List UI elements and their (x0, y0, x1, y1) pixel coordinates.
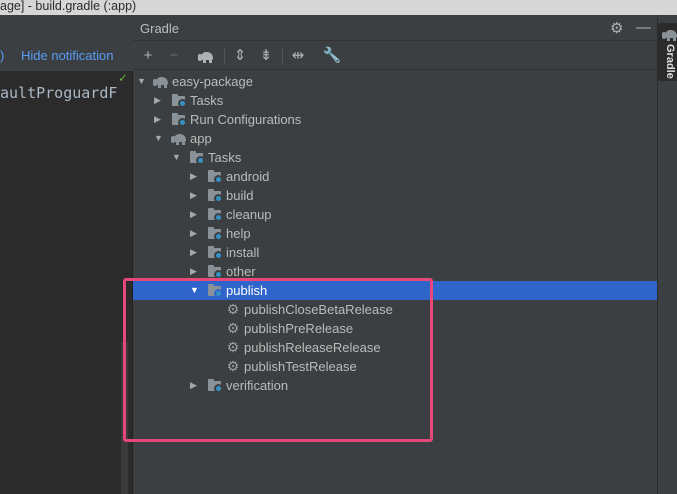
tree-node-label: publishReleaseRelease (244, 340, 381, 355)
tree-node-task-group[interactable]: ▶ build (133, 186, 657, 205)
expanded-triangle-icon[interactable]: ▼ (154, 133, 163, 144)
collapsed-triangle-icon[interactable]: ▶ (190, 266, 199, 277)
task-folder-icon (171, 112, 187, 127)
toolbar-separator (224, 48, 225, 64)
gear-icon: ⚙ (226, 339, 240, 355)
right-tool-strip: Gradle (657, 15, 677, 494)
tree-node-task-group[interactable]: ▶ verification (133, 376, 657, 395)
remove-project-icon[interactable]: − (163, 45, 185, 67)
collapsed-triangle-icon[interactable]: ▶ (154, 114, 163, 125)
task-folder-icon (207, 283, 223, 298)
tree-node-label: android (226, 169, 270, 184)
gradle-toolbar: + − ⇕ ⇟ ⇹ 🔧 (133, 42, 657, 70)
tree-node-label: easy-package (172, 74, 253, 89)
tree-node-task-group[interactable]: ▶ cleanup (133, 205, 657, 224)
collapse-all-icon[interactable]: ⇟ (255, 45, 277, 67)
tree-node-task-group[interactable]: ▶ install (133, 243, 657, 262)
collapsed-triangle-icon[interactable]: ▶ (190, 171, 199, 182)
task-folder-icon (171, 93, 187, 108)
toggle-offline-mode-icon[interactable]: ⇹ (287, 45, 309, 67)
gradle-tool-window: Gradle ⚙ — + − ⇕ ⇟ ⇹ 🔧 ▼ easy-package ▶ (133, 15, 657, 494)
gradle-elephant-icon (171, 131, 187, 145)
toolbar-separator (282, 48, 283, 64)
collapsed-triangle-icon[interactable]: ▶ (154, 95, 163, 106)
expanded-triangle-icon[interactable]: ▼ (172, 152, 181, 163)
execute-gradle-task-icon[interactable] (195, 45, 217, 67)
collapsed-triangle-icon[interactable]: ▶ (190, 228, 199, 239)
gradle-elephant-icon (153, 74, 169, 88)
expanded-triangle-icon[interactable]: ▼ (190, 285, 199, 296)
tree-node-run-configurations[interactable]: ▶ Run Configurations (133, 110, 657, 129)
minimize-icon[interactable]: — (636, 19, 651, 36)
settings-gear-icon[interactable]: ⚙ (610, 19, 623, 37)
tree-node-label: publishTestRelease (244, 359, 357, 374)
tree-node-tasks[interactable]: ▶ Tasks (133, 91, 657, 110)
task-folder-icon (207, 207, 223, 222)
tree-node-label: publish (226, 283, 268, 298)
gradle-side-tab[interactable]: Gradle (658, 23, 677, 81)
editor-pane: ) Hide notification ✓ aultProguardF (0, 15, 133, 494)
expand-all-icon[interactable]: ⇕ (229, 45, 251, 67)
tree-node-label: Tasks (208, 150, 242, 165)
task-folder-icon (207, 169, 223, 184)
tree-node-task[interactable]: ⚙ publishTestRelease (133, 357, 657, 376)
tree-node-publish-selected[interactable]: ▼ publish (133, 281, 657, 300)
task-folder-icon (207, 188, 223, 203)
build-settings-wrench-icon[interactable]: 🔧 (321, 45, 343, 67)
task-folder-icon (207, 226, 223, 241)
tree-node-label: cleanup (226, 207, 272, 222)
tree-node-label: Run Configurations (190, 112, 302, 127)
tree-node-label: publishPreRelease (244, 321, 354, 336)
hide-notification-link[interactable]: Hide notification (21, 48, 114, 63)
collapsed-triangle-icon[interactable]: ▶ (190, 247, 199, 258)
collapsed-triangle-icon[interactable]: ▶ (190, 209, 199, 220)
gear-icon: ⚙ (226, 301, 240, 317)
notification-edge-text: ) (0, 48, 5, 63)
add-project-icon[interactable]: + (137, 45, 159, 67)
gradle-side-tab-label: Gradle (664, 44, 676, 79)
editor-scrollbar[interactable] (121, 342, 128, 494)
window-title: age] - build.gradle (:app) (0, 0, 677, 15)
code-line[interactable]: aultProguardF (0, 84, 117, 102)
tree-node-label: build (226, 188, 254, 203)
tree-node-task[interactable]: ⚙ publishCloseBetaRelease (133, 300, 657, 319)
tree-node-label: app (190, 131, 212, 146)
tree-node-label: publishCloseBetaRelease (244, 302, 393, 317)
gradle-project-tree: ▼ easy-package ▶ Tasks ▶ Run Configurati… (133, 71, 657, 494)
inspection-ok-icon: ✓ (118, 71, 129, 85)
collapsed-triangle-icon[interactable]: ▶ (190, 190, 199, 201)
task-folder-icon (207, 245, 223, 260)
tree-node-task-group[interactable]: ▶ android (133, 167, 657, 186)
tree-node-task[interactable]: ⚙ publishReleaseRelease (133, 338, 657, 357)
tree-node-root[interactable]: ▼ easy-package (133, 72, 657, 91)
tree-node-label: other (226, 264, 256, 279)
panel-title: Gradle (140, 21, 180, 36)
tree-node-app[interactable]: ▼ app (133, 129, 657, 148)
task-folder-icon (207, 264, 223, 279)
tree-node-task-group[interactable]: ▶ other (133, 262, 657, 281)
task-folder-icon (189, 150, 205, 165)
tree-node-label: verification (226, 378, 289, 393)
gradle-elephant-icon (662, 27, 677, 41)
collapsed-triangle-icon[interactable]: ▶ (190, 380, 199, 391)
expanded-triangle-icon[interactable]: ▼ (137, 76, 146, 87)
tree-node-label: Tasks (190, 93, 224, 108)
tree-node-app-tasks[interactable]: ▼ Tasks (133, 148, 657, 167)
gradle-elephant-icon (198, 49, 214, 64)
tree-node-task-group[interactable]: ▶ help (133, 224, 657, 243)
tree-node-label: install (226, 245, 260, 260)
panel-header: Gradle ⚙ — (133, 15, 657, 41)
gear-icon: ⚙ (226, 320, 240, 336)
gear-icon: ⚙ (226, 358, 240, 374)
tree-node-task[interactable]: ⚙ publishPreRelease (133, 319, 657, 338)
tree-node-label: help (226, 226, 251, 241)
task-folder-icon (207, 378, 223, 393)
